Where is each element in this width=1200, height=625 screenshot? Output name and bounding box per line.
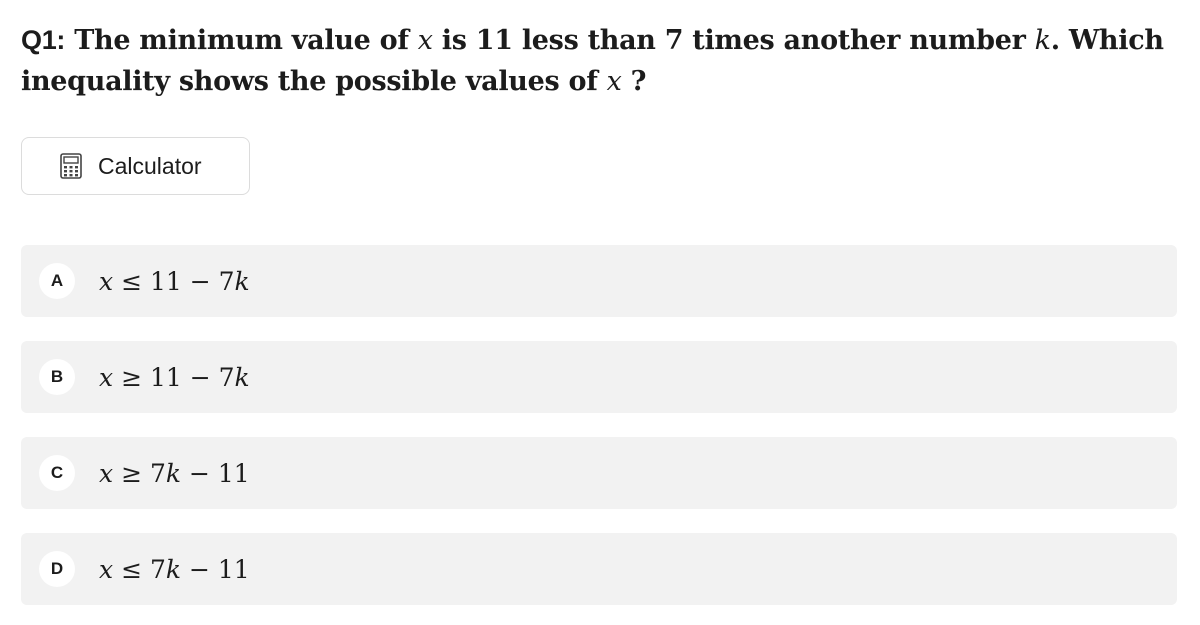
- answer-option-a[interactable]: A x ≤ 11 − 7k: [21, 245, 1177, 317]
- option-expression: x ≥ 11 − 7k: [99, 362, 250, 392]
- answer-option-b[interactable]: B x ≥ 11 − 7k: [21, 341, 1177, 413]
- question-text: Q1: The minimum value of x is 11 less th…: [21, 25, 1164, 97]
- variable-k: k: [1034, 25, 1051, 56]
- calculator-icon: [60, 153, 82, 179]
- option-letter: A: [39, 263, 75, 299]
- option-expression: x ≤ 7k − 11: [99, 554, 250, 584]
- option-expression: x ≤ 11 − 7k: [99, 266, 250, 296]
- calculator-button[interactable]: Calculator: [21, 137, 250, 195]
- question-number: Q1:: [21, 25, 66, 55]
- option-letter: D: [39, 551, 75, 587]
- answer-option-c[interactable]: C x ≥ 7k − 11: [21, 437, 1177, 509]
- answer-option-d[interactable]: D x ≤ 7k − 11: [21, 533, 1177, 605]
- variable-x: x: [606, 66, 622, 97]
- variable-x: x: [417, 25, 433, 56]
- option-expression: x ≥ 7k − 11: [99, 458, 250, 488]
- option-letter: B: [39, 359, 75, 395]
- calculator-button-label: Calculator: [98, 152, 202, 179]
- option-letter: C: [39, 455, 75, 491]
